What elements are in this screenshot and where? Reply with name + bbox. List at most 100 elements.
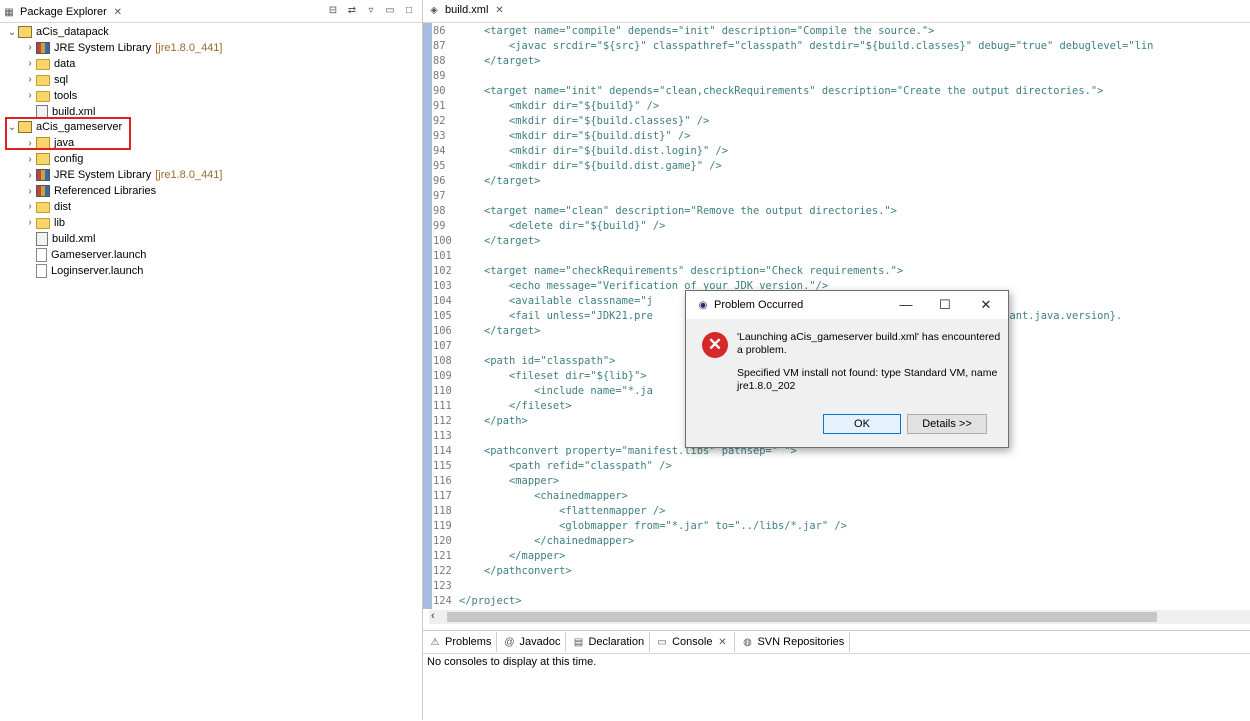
- line-number: 102: [433, 265, 452, 277]
- close-tab-icon[interactable]: ✕: [111, 5, 125, 19]
- console-tab[interactable]: ◍ SVN Repositories: [735, 632, 851, 652]
- code-line: 123: [433, 579, 1250, 594]
- code-line: 90 <target name="init" depends="clean,ch…: [433, 84, 1250, 99]
- code-line: 115 <path refid="classpath" />: [433, 459, 1250, 474]
- tree-item[interactable]: › JRE System Library [jre1.8.0_441]: [24, 40, 222, 56]
- dialog-titlebar[interactable]: ◉ Problem Occurred — ☐ ✕: [686, 291, 1008, 319]
- line-number: 121: [433, 550, 452, 562]
- line-number: 96: [433, 175, 446, 187]
- chevron-right-icon[interactable]: ›: [24, 186, 36, 197]
- line-number: 101: [433, 250, 452, 262]
- code-text: <chainedmapper>: [459, 490, 628, 502]
- code-text: <include name="*.ja: [459, 385, 653, 397]
- console-tab-label: Javadoc: [519, 636, 561, 648]
- chevron-right-icon[interactable]: ›: [24, 90, 36, 101]
- console-tab[interactable]: ▤ Declaration: [566, 632, 651, 652]
- code-line: 87 <javac srcdir="${src}" classpathref="…: [433, 39, 1250, 54]
- code-text: <target name="compile" depends="init" de…: [459, 25, 935, 37]
- view-menu-icon[interactable]: ▿: [364, 3, 378, 17]
- line-number: 100: [433, 235, 452, 247]
- link-editor-icon[interactable]: ⇄: [345, 3, 359, 17]
- tree-item-label: Gameserver.launch: [51, 248, 147, 261]
- line-number: 113: [433, 430, 452, 442]
- tree-item[interactable]: › lib: [24, 215, 65, 231]
- line-number: 98: [433, 205, 446, 217]
- package-explorer-tab[interactable]: ▦ Package Explorer ✕: [2, 3, 125, 21]
- collapse-all-icon[interactable]: ⊟: [326, 3, 340, 17]
- code-text: <target name="checkRequirements" descrip…: [459, 265, 904, 277]
- code-text: <mkdir dir="${build}" />: [459, 100, 660, 112]
- chevron-right-icon[interactable]: ›: [24, 42, 36, 53]
- chevron-right-icon[interactable]: ›: [24, 74, 36, 85]
- line-number: 119: [433, 520, 452, 532]
- tree-item[interactable]: Gameserver.launch: [24, 247, 146, 263]
- line-number: 123: [433, 580, 452, 592]
- close-button[interactable]: ✕: [976, 297, 996, 313]
- tree-item[interactable]: › config: [24, 151, 83, 167]
- horizontal-scrollbar[interactable]: ‹: [429, 610, 1250, 624]
- folder-icon: [36, 75, 50, 87]
- line-number: 118: [433, 505, 452, 517]
- tree-item[interactable]: › JRE System Library [jre1.8.0_441]: [24, 167, 222, 183]
- console-tab-label: Console: [672, 636, 713, 648]
- code-text: <delete dir="${build}" />: [459, 220, 666, 232]
- code-text: <target name="init" depends="clean,check…: [459, 85, 1104, 97]
- code-line: 91 <mkdir dir="${build}" />: [433, 99, 1250, 114]
- tree-item[interactable]: › dist: [24, 199, 71, 215]
- scrollbar-thumb[interactable]: [447, 612, 1157, 622]
- tree-item-label: dist: [54, 200, 72, 213]
- details-button[interactable]: Details >>: [907, 414, 987, 434]
- tree-item[interactable]: › tools: [24, 88, 77, 104]
- code-line: 118 <flattenmapper />: [433, 504, 1250, 519]
- chevron-right-icon[interactable]: ›: [24, 217, 36, 228]
- code-text: <javac srcdir="${src}" classpathref="cla…: [459, 40, 1154, 52]
- ok-button[interactable]: OK: [823, 414, 901, 434]
- library-icon: [36, 185, 50, 197]
- code-text: <mapper>: [459, 475, 560, 487]
- code-text: <mkdir dir="${build.dist.login}" />: [459, 145, 728, 157]
- tree-item-label: config: [54, 153, 84, 166]
- minimize-icon[interactable]: ▭: [383, 3, 397, 17]
- editor-tabbar: ◈ build.xml ✕: [423, 0, 1250, 23]
- tree-item-label: build.xml: [52, 232, 96, 245]
- chevron-right-icon[interactable]: ›: [24, 58, 36, 69]
- chevron-right-icon[interactable]: ›: [24, 154, 36, 165]
- tree-item[interactable]: Loginserver.launch: [24, 263, 143, 279]
- maximize-button[interactable]: ☐: [935, 297, 955, 313]
- tree-item-label: JRE System Library: [54, 169, 152, 182]
- code-line: 98 <target name="clean" description="Rem…: [433, 204, 1250, 219]
- chevron-right-icon[interactable]: ›: [24, 170, 36, 181]
- code-text: </target>: [459, 235, 541, 247]
- chevron-down-icon[interactable]: ⌄: [6, 27, 18, 38]
- line-number: 95: [433, 160, 446, 172]
- dialog-detail: Specified VM install not found: type Sta…: [737, 367, 998, 392]
- code-text: <fileset dir="${lib}">: [459, 370, 647, 382]
- console-tab[interactable]: @ Javadoc: [497, 632, 567, 652]
- code-line: 102 <target name="checkRequirements" des…: [433, 264, 1250, 279]
- tree-item[interactable]: › Referenced Libraries: [24, 183, 156, 199]
- console-tab[interactable]: ⚠ Problems: [423, 632, 498, 652]
- code-line: 86 <target name="compile" depends="init"…: [433, 24, 1250, 39]
- tree-item[interactable]: build.xml: [24, 231, 95, 247]
- package-explorer-view: ▦ Package Explorer ✕ ⊟ ⇄ ▿ ▭ □ ⌄ aCis_dat…: [0, 0, 423, 720]
- code-text: </mapper>: [459, 550, 566, 562]
- tree-item-label: aCis_datapack: [36, 26, 109, 38]
- minimize-button[interactable]: —: [896, 297, 916, 312]
- tree-item[interactable]: › sql: [24, 72, 68, 88]
- folder-icon: [36, 59, 50, 71]
- console-tab[interactable]: ▭ Console ✕: [650, 632, 736, 652]
- editor-tab-label: build.xml: [445, 4, 489, 16]
- tree-item[interactable]: › data: [24, 56, 75, 72]
- close-tab-icon[interactable]: ✕: [492, 3, 506, 17]
- editor-tab-build-xml[interactable]: ◈ build.xml ✕: [427, 3, 506, 17]
- dialog-message: 'Launching aCis_gameserver build.xml' ha…: [737, 331, 1001, 356]
- maximize-icon[interactable]: □: [402, 3, 416, 17]
- close-tab-icon[interactable]: ✕: [715, 635, 729, 649]
- code-text: <mkdir dir="${build.dist}" />: [459, 130, 691, 142]
- line-number: 105: [433, 310, 452, 322]
- code-line: 124 </project>: [433, 594, 1250, 609]
- chevron-right-icon[interactable]: ›: [24, 201, 36, 212]
- line-number: 122: [433, 565, 452, 577]
- scroll-left-icon[interactable]: ‹: [431, 610, 435, 622]
- tree-item[interactable]: ⌄ aCis_datapack: [6, 24, 109, 40]
